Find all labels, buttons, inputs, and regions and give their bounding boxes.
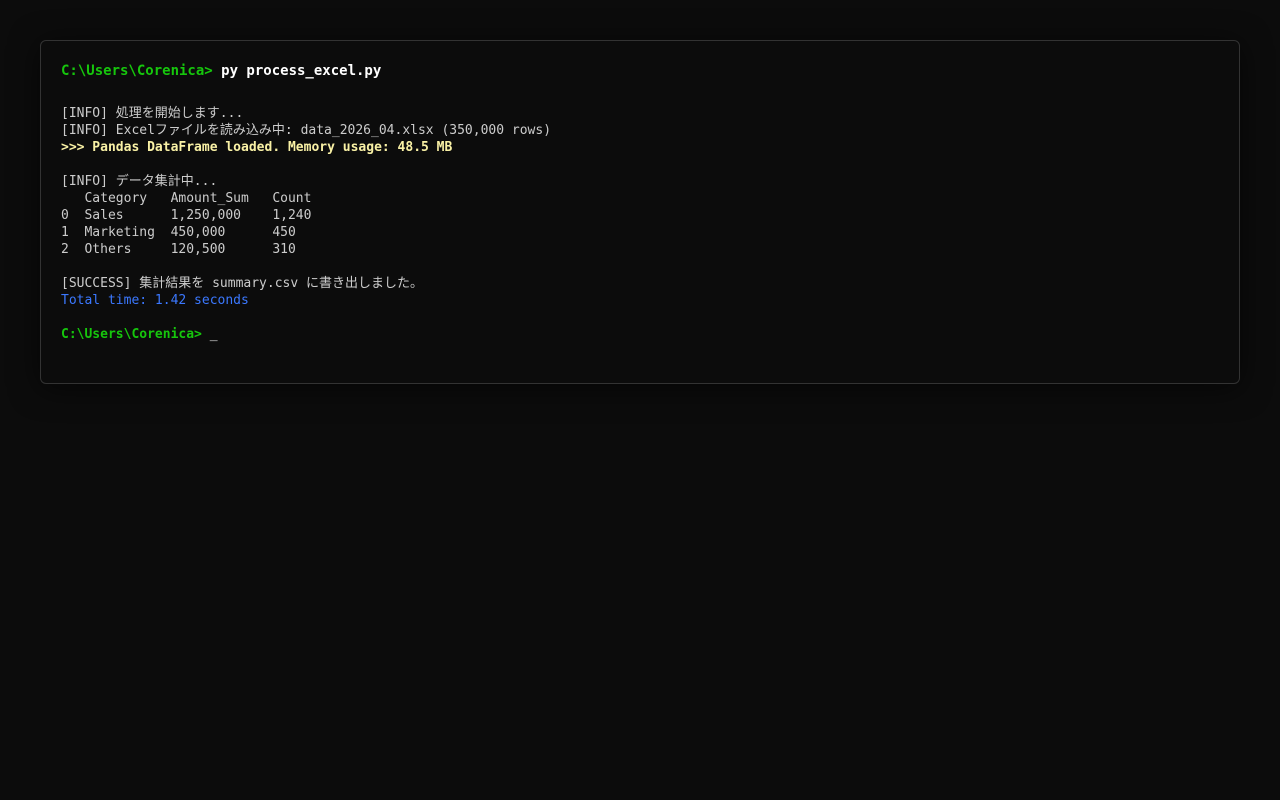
command-line: C:\Users\Corenica> py process_excel.py	[61, 61, 1219, 81]
prompt-text: C:\Users\Corenica>	[61, 63, 213, 79]
table-header-row: Category Amount_Sum Count	[61, 191, 312, 206]
log-line-loaded: >>> Pandas DataFrame loaded. Memory usag…	[61, 140, 453, 155]
terminal-window[interactable]: C:\Users\Corenica> py process_excel.py […	[40, 40, 1240, 384]
input-prompt-line[interactable]: C:\Users\Corenica> _	[61, 326, 1219, 343]
log-line-start: [INFO] 処理を開始します...	[61, 106, 244, 121]
prompt-text: C:\Users\Corenica>	[61, 327, 202, 342]
log-line-total-time: Total time: 1.42 seconds	[61, 293, 249, 308]
log-line-loading: [INFO] Excelファイルを読み込み中: data_2026_04.xls…	[61, 123, 552, 138]
table-row: 2 Others 120,500 310	[61, 242, 296, 257]
log-line-success: [SUCCESS] 集計結果を summary.csv に書き出しました。	[61, 276, 424, 291]
table-row: 0 Sales 1,250,000 1,240	[61, 208, 312, 223]
command-text: py process_excel.py	[212, 63, 382, 79]
cursor-icon: _	[201, 327, 218, 342]
table-row: 1 Marketing 450,000 450	[61, 225, 296, 240]
log-line-aggregating: [INFO] データ集計中...	[61, 174, 218, 189]
